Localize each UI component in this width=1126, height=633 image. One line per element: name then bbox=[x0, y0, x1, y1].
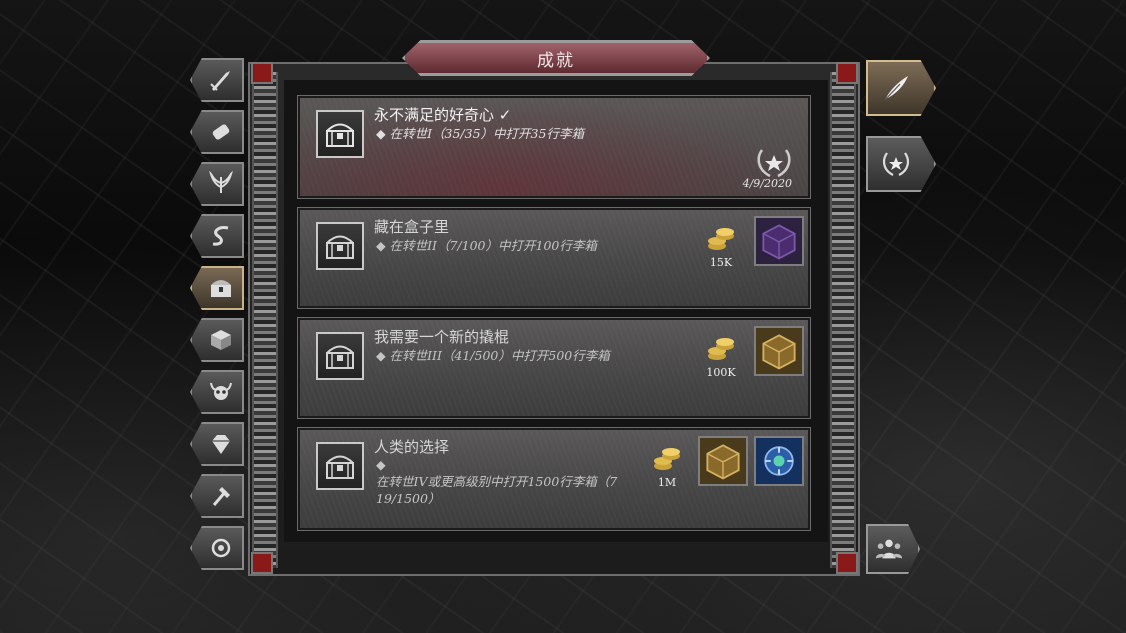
wings-icon bbox=[208, 171, 234, 197]
gold-coins-icon bbox=[654, 448, 680, 470]
achievement-icon bbox=[316, 110, 364, 158]
corner-ornament bbox=[836, 552, 858, 574]
chest-icon bbox=[326, 235, 354, 259]
achievement-title: 藏在盒子里 bbox=[374, 218, 450, 236]
serpent-icon bbox=[208, 223, 234, 249]
gold-reward: 15K bbox=[704, 224, 738, 269]
item-reward[interactable] bbox=[698, 436, 748, 486]
achievement-card[interactable]: 人类的选择 ◆ 在转世IV或更高级别中打开1500行李箱（7 19/1500） … bbox=[297, 427, 811, 531]
corner-ornament bbox=[251, 62, 273, 84]
gold-coins-icon bbox=[708, 338, 734, 360]
achievement-icon bbox=[316, 442, 364, 490]
blocks-icon bbox=[208, 327, 234, 353]
item-reward[interactable] bbox=[754, 436, 804, 486]
desc-line: ◆ bbox=[376, 457, 386, 472]
achievement-description: ◆ 在转世III（41/500）中打开500行李箱 bbox=[376, 348, 610, 363]
left-chain-border bbox=[252, 72, 278, 568]
laurel-star-icon bbox=[757, 149, 791, 178]
achievement-title: 永不满足的好奇心 ✓ bbox=[374, 106, 512, 124]
completion-date: 4/9/2020 bbox=[742, 177, 792, 190]
gold-cube-icon bbox=[700, 438, 746, 484]
gold-cube-icon bbox=[756, 328, 802, 374]
feather-icon bbox=[884, 76, 908, 101]
chest-icon bbox=[326, 123, 354, 147]
purple-cube-icon bbox=[756, 218, 802, 264]
desc-line: 19/1500） bbox=[376, 491, 441, 506]
gold-amount: 15K bbox=[709, 256, 733, 269]
gold-reward: 1M bbox=[650, 444, 684, 489]
item-reward[interactable] bbox=[754, 326, 804, 376]
achievement-icon bbox=[316, 332, 364, 380]
group-icon bbox=[875, 539, 903, 559]
achievement-icon bbox=[316, 222, 364, 270]
horned-skull-icon bbox=[208, 379, 234, 405]
gold-reward: 100K bbox=[704, 334, 738, 379]
achievement-card[interactable]: 我需要一个新的撬棍 ◆ 在转世III（41/500）中打开500行李箱 100K bbox=[297, 317, 811, 419]
gold-amount: 100K bbox=[706, 366, 736, 379]
item-reward[interactable] bbox=[754, 216, 804, 266]
corner-ornament bbox=[251, 552, 273, 574]
chest-icon bbox=[208, 275, 234, 301]
chest-icon bbox=[326, 345, 354, 369]
chest-icon bbox=[326, 455, 354, 479]
achievement-title: 人类的选择 bbox=[374, 438, 450, 456]
right-chain-border bbox=[830, 72, 856, 568]
sword-icon bbox=[208, 67, 234, 93]
laurel-star-icon bbox=[882, 152, 910, 176]
achievement-card[interactable]: 藏在盒子里 ◆ 在转世II（7/100）中打开100行李箱 15K bbox=[297, 207, 811, 309]
achievement-description: ◆ 在转世I（35/35）中打开35行李箱 bbox=[376, 126, 584, 141]
blue-orb-icon bbox=[756, 438, 802, 484]
gold-amount: 1M bbox=[657, 476, 677, 489]
panel-title: 成就 bbox=[402, 40, 710, 76]
desc-line: 在转世IV或更高级别中打开1500行李箱（7 bbox=[376, 474, 618, 489]
gold-coins-icon bbox=[708, 228, 734, 250]
achievement-description: ◆ 在转世II（7/100）中打开100行李箱 bbox=[376, 238, 597, 253]
achievement-description: ◆ 在转世IV或更高级别中打开1500行李箱（7 19/1500） bbox=[376, 456, 617, 507]
gem-icon bbox=[208, 431, 234, 457]
hammer-icon bbox=[208, 483, 234, 509]
scroll-icon bbox=[208, 119, 234, 145]
corner-ornament bbox=[836, 62, 858, 84]
achievement-title: 我需要一个新的撬棍 bbox=[374, 328, 510, 346]
achievement-card[interactable]: 永不满足的好奇心 ✓ ◆ 在转世I（35/35）中打开35行李箱 4/9/202… bbox=[297, 95, 811, 199]
emblem-icon bbox=[208, 535, 234, 561]
